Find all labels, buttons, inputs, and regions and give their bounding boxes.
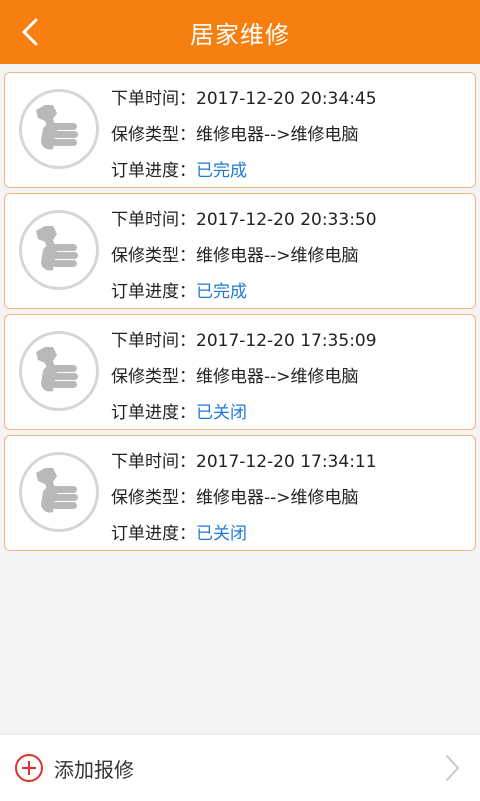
repair-type-value: 维修电器-->维修电脑: [196, 488, 359, 508]
order-progress-label: 订单进度：: [111, 282, 196, 302]
repair-type-row: 保修类型：维修电器-->维修电脑: [111, 365, 471, 401]
repair-type-label: 保修类型：: [111, 125, 196, 145]
order-time-row: 下单时间：2017-12-20 20:34:45: [111, 87, 471, 123]
repair-hand-icon: [19, 210, 99, 290]
order-time-row: 下单时间：2017-12-20 20:33:50: [111, 208, 471, 244]
repair-type-row: 保修类型：维修电器-->维修电脑: [111, 486, 471, 522]
plus-circle-icon: [14, 753, 44, 783]
repair-type-value: 维修电器-->维修电脑: [196, 367, 359, 387]
repair-type-value: 维修电器-->维修电脑: [196, 125, 359, 145]
order-progress-row: 订单进度：已完成: [111, 280, 471, 316]
order-time-label: 下单时间：: [111, 89, 196, 109]
add-repair-label: 添加报修: [54, 757, 134, 782]
page-title: 居家维修: [190, 20, 290, 49]
order-time-label: 下单时间：: [111, 331, 196, 351]
order-time-value: 2017-12-20 20:33:50: [196, 210, 377, 230]
repair-type-label: 保修类型：: [111, 367, 196, 387]
repair-type-value: 维修电器-->维修电脑: [196, 246, 359, 266]
order-time-label: 下单时间：: [111, 210, 196, 230]
order-status: 已完成: [196, 161, 247, 181]
add-repair-button[interactable]: 添加报修: [0, 735, 480, 801]
order-progress-label: 订单进度：: [111, 524, 196, 544]
order-status: 已关闭: [196, 524, 247, 544]
bottom-bar: 添加报修: [0, 734, 480, 801]
order-time-value: 2017-12-20 17:34:11: [196, 452, 377, 472]
repair-type-row: 保修类型：维修电器-->维修电脑: [111, 123, 471, 159]
repair-type-label: 保修类型：: [111, 488, 196, 508]
repair-hand-icon: [19, 452, 99, 532]
order-time-value: 2017-12-20 20:34:45: [196, 89, 377, 109]
repair-type-row: 保修类型：维修电器-->维修电脑: [111, 244, 471, 280]
top-bar: 居家维修: [0, 0, 480, 64]
order-card[interactable]: 下单时间：2017-12-20 17:35:09 保修类型：维修电器-->维修电…: [4, 314, 476, 430]
chevron-right-icon: [438, 753, 466, 783]
repair-hand-icon: [19, 331, 99, 411]
order-time-row: 下单时间：2017-12-20 17:34:11: [111, 450, 471, 486]
order-progress-label: 订单进度：: [111, 403, 196, 423]
order-time-label: 下单时间：: [111, 452, 196, 472]
order-card[interactable]: 下单时间：2017-12-20 20:33:50 保修类型：维修电器-->维修电…: [4, 193, 476, 309]
order-status: 已完成: [196, 282, 247, 302]
order-progress-label: 订单进度：: [111, 161, 196, 181]
order-status: 已关闭: [196, 403, 247, 423]
order-time-value: 2017-12-20 17:35:09: [196, 331, 377, 351]
order-time-row: 下单时间：2017-12-20 17:35:09: [111, 329, 471, 365]
order-progress-row: 订单进度：已关闭: [111, 522, 471, 558]
order-progress-row: 订单进度：已关闭: [111, 401, 471, 437]
order-card[interactable]: 下单时间：2017-12-20 20:34:45 保修类型：维修电器-->维修电…: [4, 72, 476, 188]
order-list: 下单时间：2017-12-20 20:34:45 保修类型：维修电器-->维修电…: [0, 72, 480, 556]
order-progress-row: 订单进度：已完成: [111, 159, 471, 195]
repair-hand-icon: [19, 89, 99, 169]
repair-type-label: 保修类型：: [111, 246, 196, 266]
order-card[interactable]: 下单时间：2017-12-20 17:34:11 保修类型：维修电器-->维修电…: [4, 435, 476, 551]
